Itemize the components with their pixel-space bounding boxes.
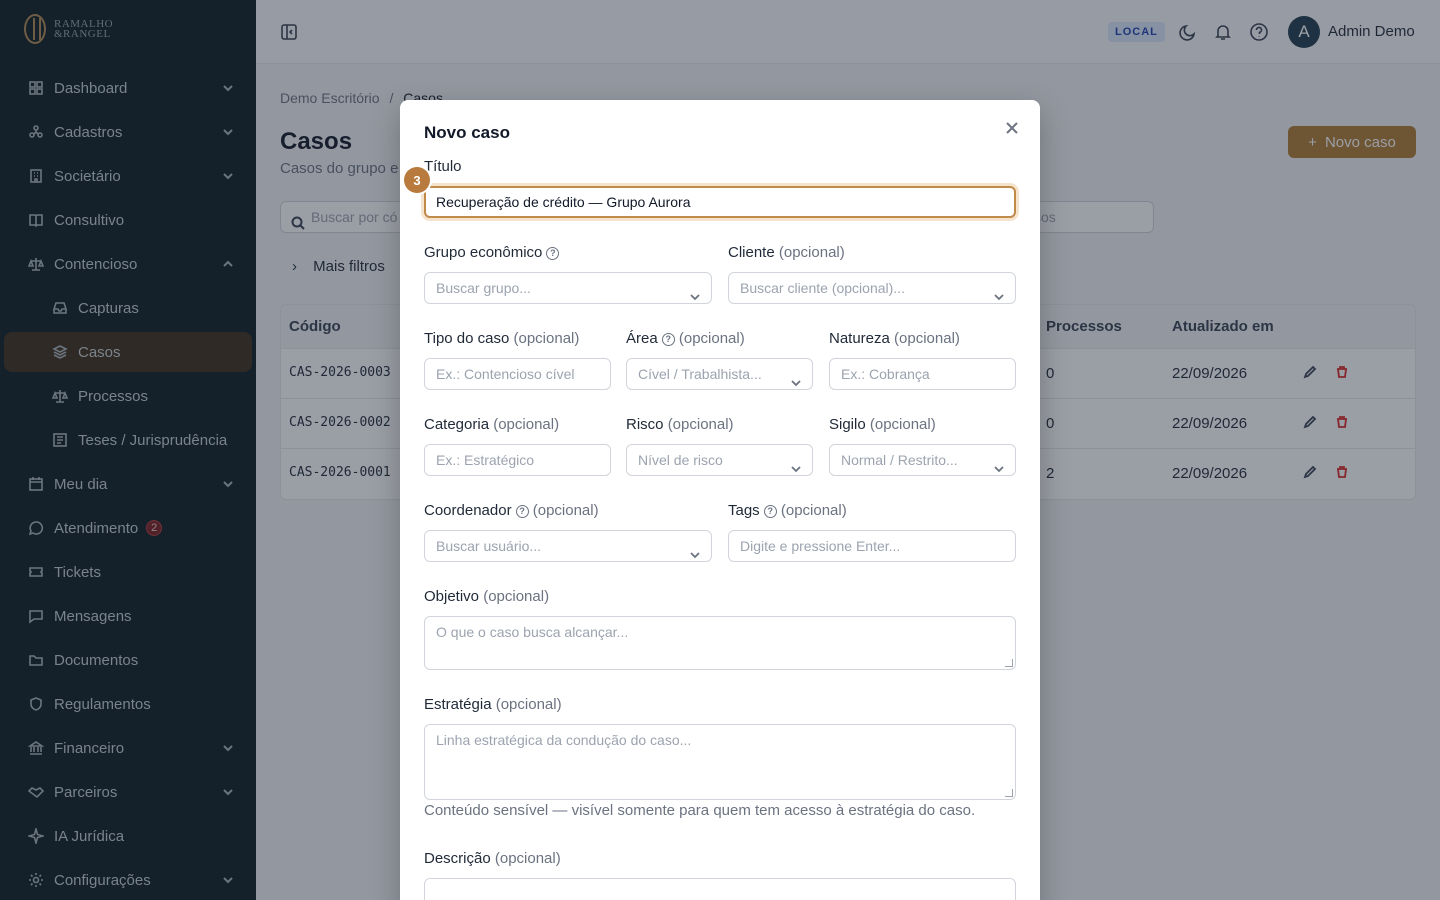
dialog-title: Novo caso <box>424 123 510 142</box>
description-label: Descrição (opcional) <box>424 850 561 867</box>
strategy-textarea[interactable]: Linha estratégica da condução do caso... <box>424 724 1016 800</box>
case-type-label: Tipo do caso (opcional) <box>424 330 580 347</box>
nature-input[interactable]: Ex.: Cobrança <box>829 358 1016 390</box>
help-icon[interactable]: ? <box>515 505 529 518</box>
risk-label: Risco (opcional) <box>626 416 734 433</box>
help-icon[interactable]: ? <box>661 333 675 346</box>
help-icon[interactable]: ? <box>763 505 777 518</box>
chevron-down-icon <box>993 283 1005 301</box>
case-type-input[interactable]: Ex.: Contencioso cível <box>424 358 611 390</box>
chevron-down-icon <box>790 369 802 387</box>
tags-label: Tags? (opcional) <box>728 502 847 519</box>
chevron-down-icon <box>689 283 701 301</box>
client-label: Cliente (opcional) <box>728 244 845 261</box>
chevron-down-icon <box>790 455 802 473</box>
area-label: Área? (opcional) <box>626 330 745 347</box>
resize-handle[interactable] <box>1005 789 1013 797</box>
help-icon[interactable]: ? <box>546 247 560 260</box>
tags-input[interactable]: Digite e pressione Enter... <box>728 530 1016 562</box>
area-select[interactable]: Cível / Trabalhista... <box>626 358 813 390</box>
economic-group-label: Grupo econômico? <box>424 244 560 261</box>
secrecy-label: Sigilo (opcional) <box>829 416 936 433</box>
category-label: Categoria (opcional) <box>424 416 560 433</box>
risk-select[interactable]: Nível de risco <box>626 444 813 476</box>
coordinator-select[interactable]: Buscar usuário... <box>424 530 712 562</box>
objective-label: Objetivo (opcional) <box>424 588 550 605</box>
client-select[interactable]: Buscar cliente (opcional)... <box>728 272 1016 304</box>
objective-textarea[interactable]: O que o caso busca alcançar... <box>424 616 1016 670</box>
chevron-down-icon <box>993 455 1005 473</box>
title-label: Título <box>424 158 462 175</box>
secrecy-select[interactable]: Normal / Restrito... <box>829 444 1016 476</box>
step-badge: 3 <box>404 167 430 193</box>
nature-label: Natureza (opcional) <box>829 330 960 347</box>
category-input[interactable]: Ex.: Estratégico <box>424 444 611 476</box>
new-case-dialog: Novo caso Título Recuperação de crédito … <box>400 100 1040 900</box>
description-textarea[interactable] <box>424 878 1016 900</box>
strategy-label: Estratégia (opcional) <box>424 696 562 713</box>
resize-handle[interactable] <box>1005 659 1013 667</box>
close-icon[interactable] <box>1004 120 1020 136</box>
coordinator-label: Coordenador? (opcional) <box>424 502 599 519</box>
chevron-down-icon <box>689 541 701 559</box>
strategy-hint: Conteúdo sensível — visível somente para… <box>424 802 976 819</box>
title-input[interactable]: Recuperação de crédito — Grupo Aurora <box>424 186 1016 218</box>
economic-group-select[interactable]: Buscar grupo... <box>424 272 712 304</box>
